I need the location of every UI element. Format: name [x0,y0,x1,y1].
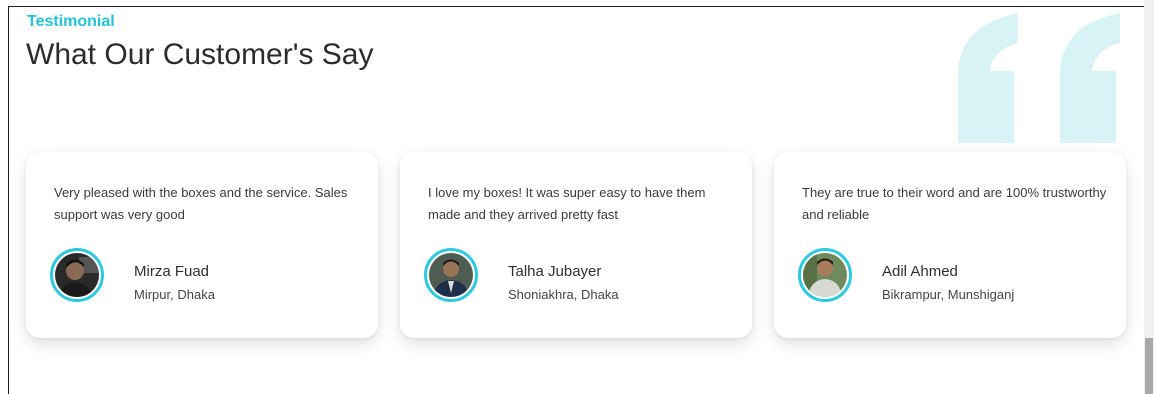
section-kicker: Testimonial [27,13,115,30]
testimonial-card: I love my boxes! It was super easy to ha… [400,152,752,338]
avatar [50,248,104,302]
customer-location: Shoniakhra, Dhaka [508,287,619,302]
testimonial-card: They are true to their word and are 100%… [774,152,1126,338]
customer-name: Mirza Fuad [134,263,210,280]
customer-name: Talha Jubayer [508,263,602,280]
testimonial-quote: They are true to their word and are 100%… [802,185,1107,222]
quote-mark-icon [958,13,1120,143]
scrollbar-thumb[interactable] [1145,338,1153,394]
testimonial-quote: I love my boxes! It was super easy to ha… [428,185,706,222]
avatar-photo [429,253,473,297]
avatar [798,248,852,302]
avatar [424,248,478,302]
customer-location: Mirpur, Dhaka [134,287,215,302]
avatar-photo [803,253,847,297]
testimonial-card: Very pleased with the boxes and the serv… [26,152,378,338]
scrollbar-track[interactable] [1144,0,1154,394]
testimonial-quote: Very pleased with the boxes and the serv… [54,185,348,222]
customer-location: Bikrampur, Munshiganj [882,287,1015,302]
section-title: What Our Customer's Say [26,38,374,71]
customer-name: Adil Ahmed [882,263,958,280]
avatar-photo [55,253,99,297]
